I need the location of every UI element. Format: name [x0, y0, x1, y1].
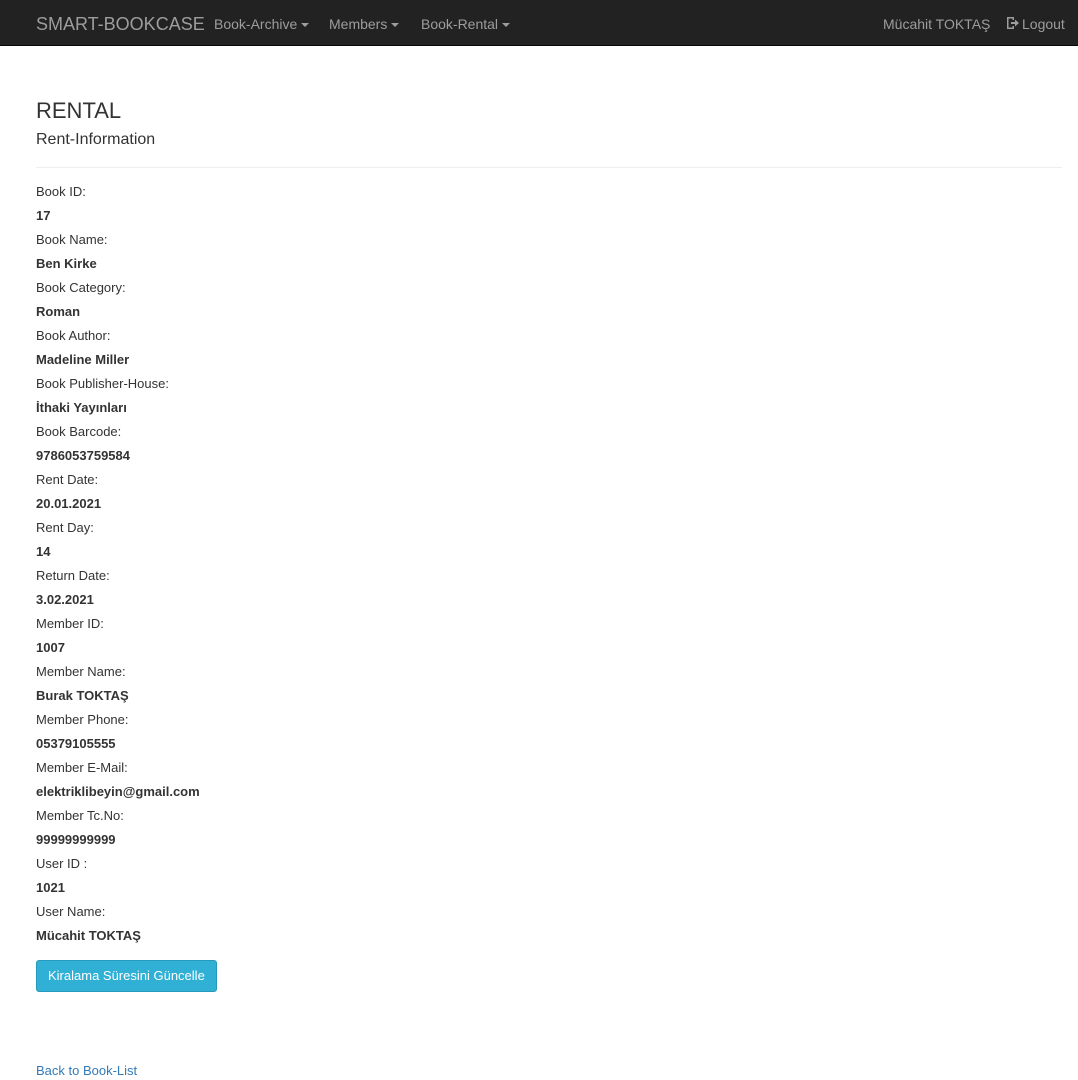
top-navbar: SMART-BOOKCASE Book-Archive Members Book… [0, 0, 1078, 46]
detail-value: 17 [36, 208, 51, 223]
rental-details-list: Book ID: 17 Book Name: Ben Kirke Book Catego… [36, 180, 200, 948]
current-user-link[interactable]: Mücahit TOKTAŞ [883, 15, 990, 33]
menu-book-archive[interactable]: Book-Archive [214, 15, 310, 33]
detail-label: Rent Date: [36, 472, 99, 487]
detail-value: 20.01.2021 [36, 496, 102, 511]
detail-value: Madeline Miller [36, 352, 130, 367]
logout-label: Logout [1022, 16, 1065, 32]
detail-value: 14 [36, 544, 51, 559]
menu-book-rental-label: Book-Rental [421, 16, 499, 32]
page-subtitle: Rent-Information [36, 131, 156, 148]
divider [36, 167, 1062, 168]
detail-label: Book Name: [36, 232, 108, 247]
detail-label: Member Tc.No: [36, 808, 124, 823]
menu-book-archive-label: Book-Archive [214, 16, 298, 32]
detail-label: Book ID: [36, 184, 86, 199]
detail-label: Book Author: [36, 328, 111, 343]
detail-value: 99999999999 [36, 832, 116, 847]
detail-label: Return Date: [36, 568, 110, 583]
logout-link[interactable]: Logout [1006, 15, 1065, 33]
detail-value: elektriklibeyin@gmail.com [36, 784, 200, 799]
menu-book-rental[interactable]: Book-Rental [421, 15, 511, 33]
detail-label: Book Category: [36, 280, 126, 295]
detail-value: Ben Kirke [36, 256, 97, 271]
detail-label: Book Barcode: [36, 424, 122, 439]
detail-value: Burak TOKTAŞ [36, 688, 129, 703]
detail-label: User Name: [36, 904, 106, 919]
detail-value: İthaki Yayınları [36, 400, 127, 415]
caret-down-icon [502, 23, 511, 28]
caret-down-icon [301, 23, 310, 28]
detail-value: 05379105555 [36, 736, 116, 751]
detail-value: 3.02.2021 [36, 592, 94, 607]
brand-link[interactable]: SMART-BOOKCASE [36, 14, 205, 34]
menu-members-label: Members [329, 16, 388, 32]
detail-value: 1007 [36, 640, 65, 655]
update-rental-period-button[interactable]: Kiralama Süresini Güncelle [36, 960, 217, 992]
detail-label: Member E-Mail: [36, 760, 128, 775]
detail-value: Roman [36, 304, 81, 319]
detail-label: Book Publisher-House: [36, 376, 169, 391]
detail-label: User ID : [36, 856, 88, 871]
detail-label: Member Phone: [36, 712, 129, 727]
log-out-icon [1007, 17, 1019, 29]
detail-label: Member Name: [36, 664, 126, 679]
detail-value: 9786053759584 [36, 448, 130, 463]
detail-value: 1021 [36, 880, 65, 895]
detail-value: Mücahit TOKTAŞ [36, 928, 141, 943]
detail-label: Member ID: [36, 616, 104, 631]
page-title: RENTAL [36, 98, 122, 123]
detail-label: Rent Day: [36, 520, 94, 535]
back-to-book-list-link[interactable]: Back to Book-List [36, 1062, 137, 1080]
caret-down-icon [391, 23, 400, 28]
menu-members[interactable]: Members [329, 15, 400, 33]
